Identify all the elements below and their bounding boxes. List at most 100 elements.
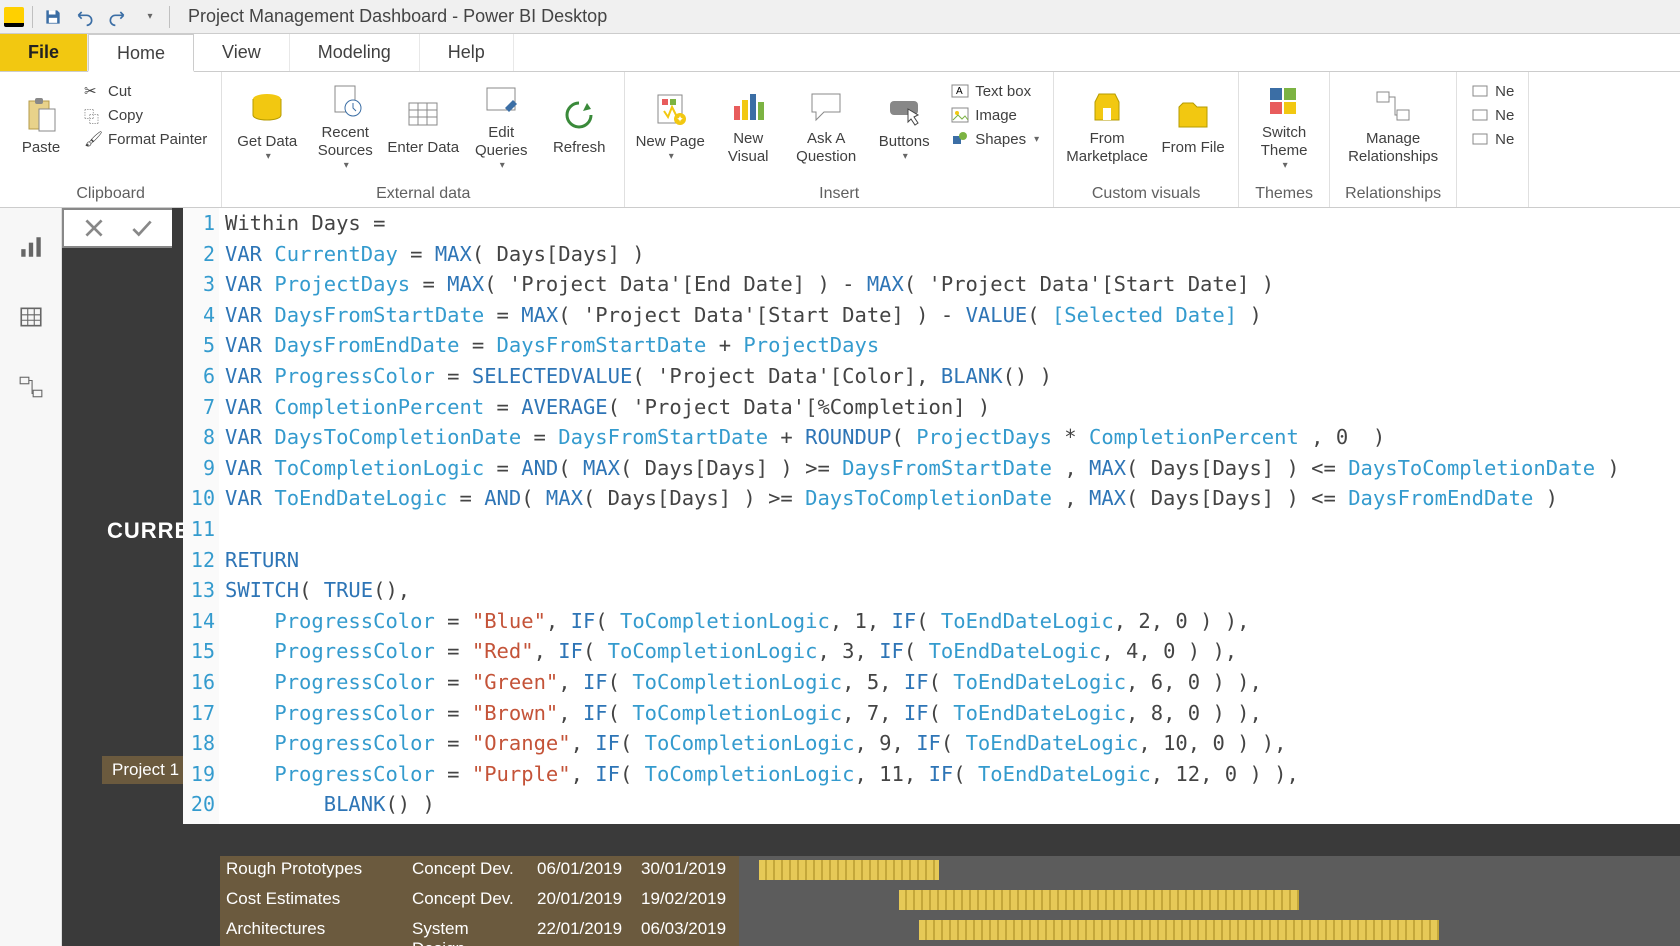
table-cell: Rough Prototypes [220,856,406,886]
text-box-icon: A [951,82,969,100]
tab-view[interactable]: View [194,34,290,71]
ribbon-group-relationships: Manage Relationships Relationships [1330,72,1457,207]
new-visual-button[interactable]: New Visual [711,76,785,176]
cut-icon: ✂ [84,82,102,100]
table-cell: 20/01/2019 [531,886,635,916]
code-line[interactable]: VAR ToCompletionLogic = AND( MAX( Days[D… [225,453,1680,484]
table-row[interactable]: ArchitecturesSystem Design22/01/201906/0… [220,916,1680,946]
tab-help[interactable]: Help [420,34,514,71]
table-cell: Architectures [220,916,406,946]
ribbon-group-custom-visuals: From Marketplace From File Custom visual… [1054,72,1239,207]
undo-button[interactable] [73,5,97,29]
gantt-cell [739,916,1680,946]
table-cell: Concept Dev. [406,856,531,886]
tab-modeling[interactable]: Modeling [290,34,420,71]
code-line[interactable]: ProgressColor = "Green", IF( ToCompletio… [225,667,1680,698]
ribbon-tabs: File Home View Modeling Help [0,34,1680,72]
paste-button[interactable]: Paste [8,76,74,176]
truncated-button-1[interactable]: Ne [1465,80,1520,102]
formula-commit-button[interactable] [128,214,156,242]
left-view-rail [0,208,62,946]
data-view-button[interactable] [16,302,46,332]
table-cell: Concept Dev. [406,886,531,916]
ribbon-group-clipboard: Paste ✂Cut ⿻Copy 🖌Format Painter Clipboa… [0,72,222,207]
marketplace-icon [1087,86,1127,126]
formula-cancel-button[interactable] [80,214,108,242]
ribbon-group-insert: ✦New Page New Visual Ask A Question Butt… [625,72,1054,207]
svg-text:✦: ✦ [676,114,684,124]
tab-file[interactable]: File [0,34,88,71]
redo-button[interactable] [105,5,129,29]
code-line[interactable]: ProgressColor = "Red", IF( ToCompletionL… [225,636,1680,667]
code-line[interactable]: VAR ProjectDays = MAX( 'Project Data'[En… [225,269,1680,300]
report-canvas[interactable]: CURREN Project 1 12345678910111213141516… [62,208,1680,946]
recent-sources-button[interactable]: Recent Sources [308,76,382,176]
cut-button[interactable]: ✂Cut [78,80,213,102]
gantt-bar [759,860,939,880]
code-line[interactable]: ProgressColor = "Blue", IF( ToCompletion… [225,606,1680,637]
code-line[interactable]: VAR ProgressColor = SELECTEDVALUE( 'Proj… [225,361,1680,392]
gantt-bar [899,890,1299,910]
code-line[interactable]: ProgressColor = "Purple", IF( ToCompleti… [225,759,1680,790]
window-title: Project Management Dashboard - Power BI … [188,6,607,27]
manage-relationships-button[interactable]: Manage Relationships [1338,76,1448,176]
new-visual-icon [728,86,768,126]
text-box-button[interactable]: AText box [945,80,1045,102]
shapes-button[interactable]: Shapes [945,128,1045,150]
code-line[interactable]: RETURN [225,545,1680,576]
group-label-themes: Themes [1239,183,1329,207]
truncated-button-2[interactable]: Ne [1465,104,1520,126]
ask-question-button[interactable]: Ask A Question [789,76,863,176]
save-button[interactable] [41,5,65,29]
truncated-button-3[interactable]: Ne [1465,128,1520,150]
buttons-button[interactable]: Buttons [867,76,941,176]
code-line[interactable]: VAR CurrentDay = MAX( Days[Days] ) [225,239,1680,270]
from-marketplace-button[interactable]: From Marketplace [1062,76,1152,176]
line-number-gutter: 1234567891011121314151617181920 [183,208,219,824]
code-line[interactable]: ProgressColor = "Orange", IF( ToCompleti… [225,728,1680,759]
formula-bar-actions [62,208,172,248]
code-line[interactable]: VAR DaysToCompletionDate = DaysFromStart… [225,422,1680,453]
model-view-button[interactable] [16,372,46,402]
format-painter-button[interactable]: 🖌Format Painter [78,128,213,150]
group-label-external-data: External data [222,183,624,207]
code-line[interactable]: BLANK() ) [225,789,1680,820]
new-page-button[interactable]: ✦New Page [633,76,707,176]
image-button[interactable]: Image [945,104,1045,126]
edit-queries-button[interactable]: Edit Queries [464,76,538,176]
enter-data-button[interactable]: Enter Data [386,76,460,176]
get-data-button[interactable]: Get Data [230,76,304,176]
group-label-custom-visuals: Custom visuals [1054,183,1238,207]
code-line[interactable]: Within Days = [225,208,1680,239]
gantt-bar [919,920,1439,940]
switch-theme-button[interactable]: Switch Theme [1247,76,1321,176]
dax-code-area[interactable]: Within Days =VAR CurrentDay = MAX( Days[… [225,208,1680,820]
table-cell: 06/01/2019 [531,856,635,886]
code-line[interactable]: VAR ToEndDateLogic = AND( MAX( Days[Days… [225,483,1680,514]
gantt-cell [739,856,1680,886]
code-line[interactable]: VAR CompletionPercent = AVERAGE( 'Projec… [225,392,1680,423]
copy-button[interactable]: ⿻Copy [78,104,213,126]
table-row[interactable]: Rough PrototypesConcept Dev.06/01/201930… [220,856,1680,886]
table-cell: 30/01/2019 [635,856,739,886]
tab-home[interactable]: Home [88,34,194,72]
report-view-button[interactable] [16,232,46,262]
svg-text:A: A [956,86,963,97]
code-line[interactable]: VAR DaysFromEndDate = DaysFromStartDate … [225,330,1680,361]
formula-editor[interactable]: 1234567891011121314151617181920 Within D… [183,208,1680,824]
group-label-insert: Insert [625,183,1053,207]
code-line[interactable]: ProgressColor = "Brown", IF( ToCompletio… [225,698,1680,729]
code-line[interactable] [225,514,1680,545]
table-cell: Cost Estimates [220,886,406,916]
gantt-cell [739,886,1680,916]
switch-theme-icon [1264,80,1304,120]
table-cell: 06/03/2019 [635,916,739,946]
from-file-button[interactable]: From File [1156,76,1230,176]
code-line[interactable]: SWITCH( TRUE(), [225,575,1680,606]
refresh-button[interactable]: Refresh [542,76,616,176]
qat-customize-button[interactable] [137,5,161,29]
code-line[interactable]: VAR DaysFromStartDate = MAX( 'Project Da… [225,300,1680,331]
table-row[interactable]: Cost EstimatesConcept Dev.20/01/201919/0… [220,886,1680,916]
refresh-icon [559,95,599,135]
project-1-label: Project 1 [102,756,189,784]
